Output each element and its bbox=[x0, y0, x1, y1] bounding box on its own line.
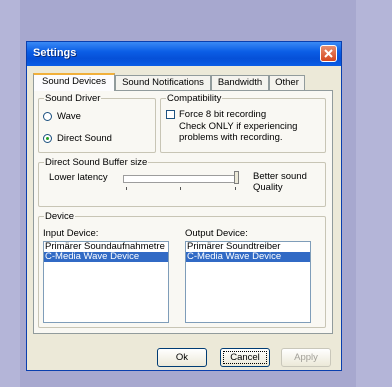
device-label: Device bbox=[44, 211, 76, 222]
compatibility-group: Compatibility Force 8 bit recording Chec… bbox=[160, 93, 326, 153]
slider-tick bbox=[235, 187, 236, 190]
slider-tick bbox=[180, 187, 181, 190]
tab-sound-notifications[interactable]: Sound Notifications bbox=[115, 75, 211, 90]
buffer-size-label: Direct Sound Buffer size bbox=[44, 157, 149, 168]
sound-driver-label: Sound Driver bbox=[44, 93, 102, 104]
better-quality-label-line2: Quality bbox=[253, 182, 283, 193]
tab-bandwidth[interactable]: Bandwidth bbox=[211, 75, 269, 90]
compatibility-note-line1: Check ONLY if experiencing bbox=[179, 121, 298, 132]
close-button[interactable] bbox=[320, 45, 337, 62]
settings-dialog: Settings Sound Devices Sound Notificatio… bbox=[26, 41, 342, 371]
tab-strip: Sound Devices Sound Notifications Bandwi… bbox=[33, 73, 333, 91]
buffer-size-group: Direct Sound Buffer size Lower latency B… bbox=[38, 157, 326, 207]
input-device-label: Input Device: bbox=[43, 228, 99, 239]
radio-direct-sound[interactable] bbox=[43, 134, 52, 143]
better-quality-label-line1: Better sound bbox=[253, 171, 307, 182]
force-8bit-label[interactable]: Force 8 bit recording bbox=[179, 109, 266, 120]
cancel-button[interactable]: Cancel bbox=[220, 348, 270, 367]
list-item[interactable]: C-Media Wave Device bbox=[186, 252, 310, 262]
input-device-list[interactable]: Primärer Soundaufnahmetre C-Media Wave De… bbox=[43, 241, 169, 323]
compatibility-note-line2: problems with recording. bbox=[179, 132, 283, 143]
radio-direct-sound-label[interactable]: Direct Sound bbox=[57, 133, 112, 144]
sound-driver-group: Sound Driver Wave Direct Sound bbox=[38, 93, 156, 153]
radio-wave-label[interactable]: Wave bbox=[57, 111, 81, 122]
tab-other[interactable]: Other bbox=[269, 75, 305, 90]
output-device-label: Output Device: bbox=[185, 228, 248, 239]
buffer-slider-thumb[interactable] bbox=[234, 171, 239, 184]
slider-tick bbox=[126, 187, 127, 190]
apply-button[interactable]: Apply bbox=[281, 348, 331, 367]
title-bar[interactable]: Settings bbox=[27, 42, 341, 66]
close-icon bbox=[324, 49, 333, 58]
background-right-strip bbox=[356, 0, 392, 387]
ok-button[interactable]: Ok bbox=[157, 348, 207, 367]
sound-devices-panel: Sound Driver Wave Direct Sound Compatibi… bbox=[33, 90, 333, 334]
device-group: Device Input Device: Output Device: Prim… bbox=[38, 211, 326, 328]
compatibility-label: Compatibility bbox=[166, 93, 223, 104]
radio-wave[interactable] bbox=[43, 112, 52, 121]
list-item[interactable]: C-Media Wave Device bbox=[44, 252, 168, 262]
window-title: Settings bbox=[33, 47, 77, 59]
force-8bit-checkbox[interactable] bbox=[166, 110, 175, 119]
output-device-list[interactable]: Primärer Soundtreiber C-Media Wave Device bbox=[185, 241, 311, 323]
buffer-slider-track[interactable] bbox=[123, 175, 239, 183]
lower-latency-label: Lower latency bbox=[49, 172, 108, 183]
tab-sound-devices[interactable]: Sound Devices bbox=[33, 73, 115, 91]
background-left-strip bbox=[0, 0, 20, 387]
